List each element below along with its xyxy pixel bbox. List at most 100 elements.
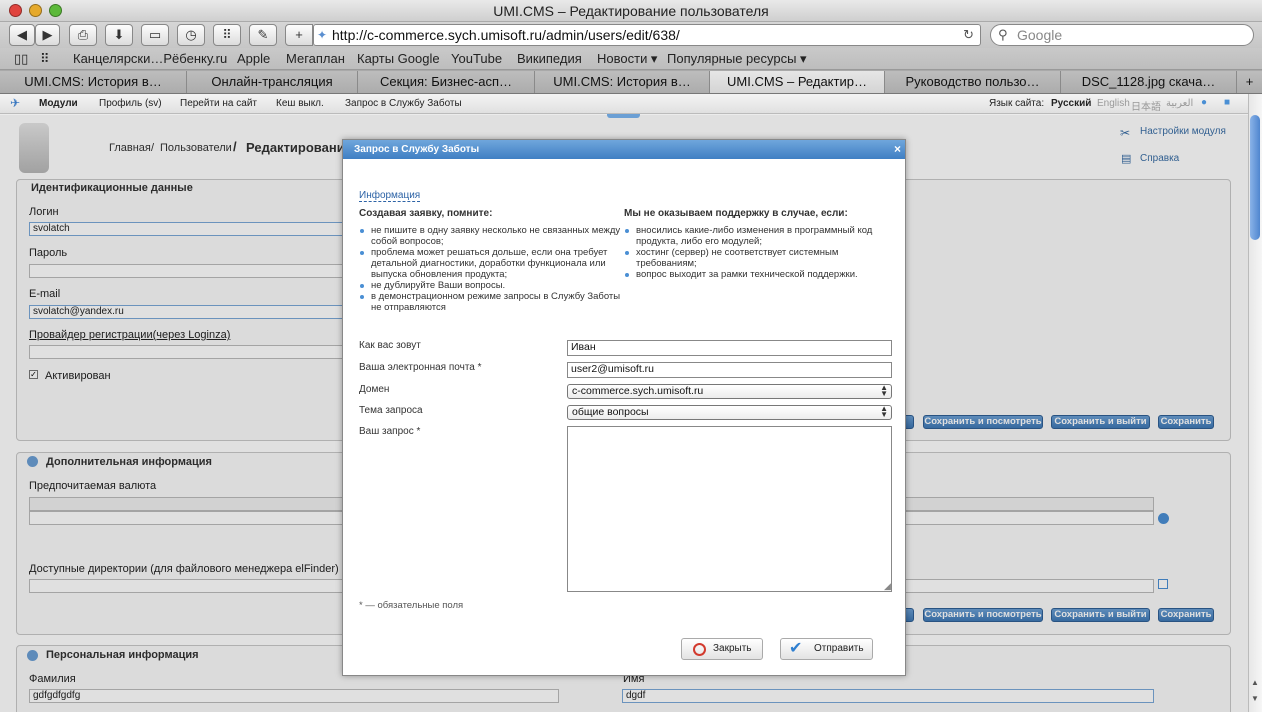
left-item: в демонстрационном режиме запросы в Служ… bbox=[371, 291, 621, 313]
request-textarea[interactable] bbox=[567, 426, 892, 592]
left-item: проблема может решаться дольше, если она… bbox=[371, 247, 608, 280]
tab-bar: UMI.CMS: История в… Онлайн-трансляция Се… bbox=[0, 70, 1262, 94]
forward-icon: ▶ bbox=[42, 27, 53, 42]
tab-active[interactable]: UMI.CMS – Редактир… bbox=[710, 71, 885, 93]
back-icon: ◀ bbox=[17, 27, 27, 42]
select-arrows-icon: ▲ ▼ bbox=[880, 383, 888, 398]
history-button[interactable]: ◷ bbox=[177, 24, 205, 46]
search-placeholder: Google bbox=[1017, 27, 1063, 43]
tool-button[interactable]: ✎ bbox=[249, 24, 277, 46]
dialog-header: Запрос в Службу Заботы bbox=[343, 140, 905, 159]
bookmark-item[interactable]: Apple bbox=[237, 51, 270, 66]
lang-ja[interactable]: 日本語 bbox=[1131, 98, 1161, 113]
cache-link[interactable]: Кеш выкл. bbox=[276, 98, 324, 109]
bullet-icon bbox=[625, 273, 629, 277]
scroll-down-icon[interactable]: ▼ bbox=[1251, 694, 1259, 703]
bullet-icon bbox=[625, 251, 629, 255]
tab[interactable]: Секция: Бизнес-асп… bbox=[358, 71, 535, 93]
required-note: * — обязательные поля bbox=[359, 600, 464, 611]
email-input[interactable]: user2@umisoft.ru bbox=[567, 362, 892, 378]
umi-logo-icon: ✈ bbox=[10, 96, 21, 110]
search-input[interactable]: ⚲ Google bbox=[990, 24, 1254, 46]
back-button[interactable]: ◀ bbox=[9, 24, 35, 46]
window-title: UMI.CMS – Редактирование пользователя bbox=[493, 3, 769, 19]
scrollbar-thumb[interactable] bbox=[1250, 115, 1260, 240]
profile-link[interactable]: Профиль (sv) bbox=[99, 98, 162, 109]
tab[interactable]: Руководство пользо… bbox=[885, 71, 1061, 93]
domain-select[interactable]: c-commerce.sych.umisoft.ru ▲ ▼ bbox=[567, 384, 892, 399]
checkmark-icon: ✔ bbox=[789, 640, 803, 657]
close-button-label: Закрыть bbox=[713, 643, 752, 654]
cancel-icon bbox=[693, 643, 706, 656]
site-favicon-icon: ✦ bbox=[317, 28, 328, 42]
support-link[interactable]: Запрос в Службу Заботы bbox=[345, 98, 462, 109]
bookmark-item[interactable]: Карты Google bbox=[357, 51, 440, 66]
name-label: Как вас зовут bbox=[359, 340, 421, 351]
right-item: вопрос выходит за рамки технической подд… bbox=[636, 269, 858, 280]
tab[interactable]: Онлайн-трансляция bbox=[187, 71, 358, 93]
new-tab-button[interactable]: + bbox=[1237, 71, 1262, 93]
grid-icon: ⠿ bbox=[222, 27, 232, 42]
forward-button[interactable]: ▶ bbox=[35, 24, 60, 46]
left-item: не пишите в одну заявку несколько не свя… bbox=[371, 225, 621, 247]
url-text: http://c-commerce.sych.umisoft.ru/admin/… bbox=[332, 27, 680, 43]
plus-icon: + bbox=[295, 27, 303, 42]
bookmark-item[interactable]: Новости ▾ bbox=[597, 51, 657, 67]
bookmark-item[interactable]: Мегаплан bbox=[286, 51, 345, 66]
topic-select[interactable]: общие вопросы ▲ ▼ bbox=[567, 405, 892, 420]
zoom-window-icon[interactable] bbox=[49, 4, 62, 17]
name-input[interactable]: Иван bbox=[567, 340, 892, 356]
bullet-icon bbox=[360, 229, 364, 233]
modules-link[interactable]: Модули bbox=[39, 98, 78, 109]
lang-en[interactable]: English bbox=[1097, 98, 1130, 109]
grid-button[interactable]: ⠿ bbox=[213, 24, 241, 46]
pen-icon: ✎ bbox=[257, 27, 269, 42]
print-button[interactable]: ⎙ bbox=[69, 24, 97, 46]
download-icon: ⬇ bbox=[113, 27, 125, 42]
window-titlebar: UMI.CMS – Редактирование пользователя bbox=[0, 0, 1262, 22]
left-heading: Создавая заявку, помните: bbox=[359, 208, 493, 219]
select-arrows-icon: ▲ ▼ bbox=[880, 404, 888, 419]
left-item: не дублируйте Ваши вопросы. bbox=[371, 280, 506, 291]
tab[interactable]: UMI.CMS: История в… bbox=[535, 71, 710, 93]
download-button[interactable]: ⬇ bbox=[105, 24, 133, 46]
send-button-label: Отправить bbox=[814, 643, 864, 654]
close-button[interactable]: Закрыть bbox=[681, 638, 763, 660]
bookmark-item[interactable]: Канцелярски…Рёбенку.ru bbox=[73, 51, 227, 66]
scroll-up-icon[interactable]: ▲ bbox=[1251, 678, 1259, 687]
clock-icon: ◷ bbox=[185, 27, 197, 42]
address-bar[interactable]: ✦ http://c-commerce.sych.umisoft.ru/admi… bbox=[313, 24, 981, 46]
site-lang-label: Язык сайта: bbox=[989, 98, 1045, 109]
cms-topbar: ✈ Модули Профиль (sv) Перейти на сайт Ке… bbox=[0, 94, 1248, 114]
right-item: хостинг (сервер) не соответствует систем… bbox=[636, 247, 839, 269]
tab[interactable]: UMI.CMS: История в… bbox=[0, 71, 187, 93]
support-dialog: Запрос в Службу Заботы × Информация Созд… bbox=[342, 139, 906, 676]
top-sites-icon[interactable]: ⠿ bbox=[40, 51, 50, 67]
lang-ar[interactable]: العربية bbox=[1166, 98, 1193, 109]
bookmarks-bar: ▯▯ ⠿ Канцелярски…Рёбенку.ru Apple Мегапл… bbox=[0, 48, 1262, 70]
request-label: Ваш запрос * bbox=[359, 426, 421, 437]
add-bookmark-button[interactable]: + bbox=[285, 24, 313, 46]
exit-icon[interactable]: ■ bbox=[1224, 97, 1230, 108]
go-site-link[interactable]: Перейти на сайт bbox=[180, 98, 257, 109]
bookmark-item[interactable]: Википедия bbox=[517, 51, 582, 66]
reading-list-icon[interactable]: ▯▯ bbox=[14, 51, 28, 67]
dialog-close-icon[interactable]: × bbox=[894, 140, 901, 159]
bullet-icon bbox=[360, 284, 364, 288]
send-button[interactable]: ✔ Отправить bbox=[780, 638, 873, 660]
reload-icon[interactable]: ↻ bbox=[963, 25, 974, 45]
panel-toggle-handle[interactable] bbox=[607, 114, 640, 118]
tab[interactable]: DSC_1128.jpg скача… bbox=[1061, 71, 1237, 93]
bookmark-item[interactable]: YouTube bbox=[451, 51, 502, 66]
info-link[interactable]: Информация bbox=[359, 190, 421, 202]
lang-ru[interactable]: Русский bbox=[1051, 98, 1091, 109]
close-window-icon[interactable] bbox=[9, 4, 22, 17]
search-icon: ⚲ bbox=[998, 27, 1008, 42]
bullet-icon bbox=[360, 251, 364, 255]
snapshot-button[interactable]: ▭ bbox=[141, 24, 169, 46]
resize-handle-icon[interactable]: ◢ bbox=[884, 581, 891, 592]
help-icon[interactable]: ● bbox=[1201, 97, 1207, 108]
bookmark-item[interactable]: Популярные ресурсы ▾ bbox=[667, 51, 807, 67]
minimize-window-icon[interactable] bbox=[29, 4, 42, 17]
snapshot-icon: ▭ bbox=[148, 27, 162, 42]
